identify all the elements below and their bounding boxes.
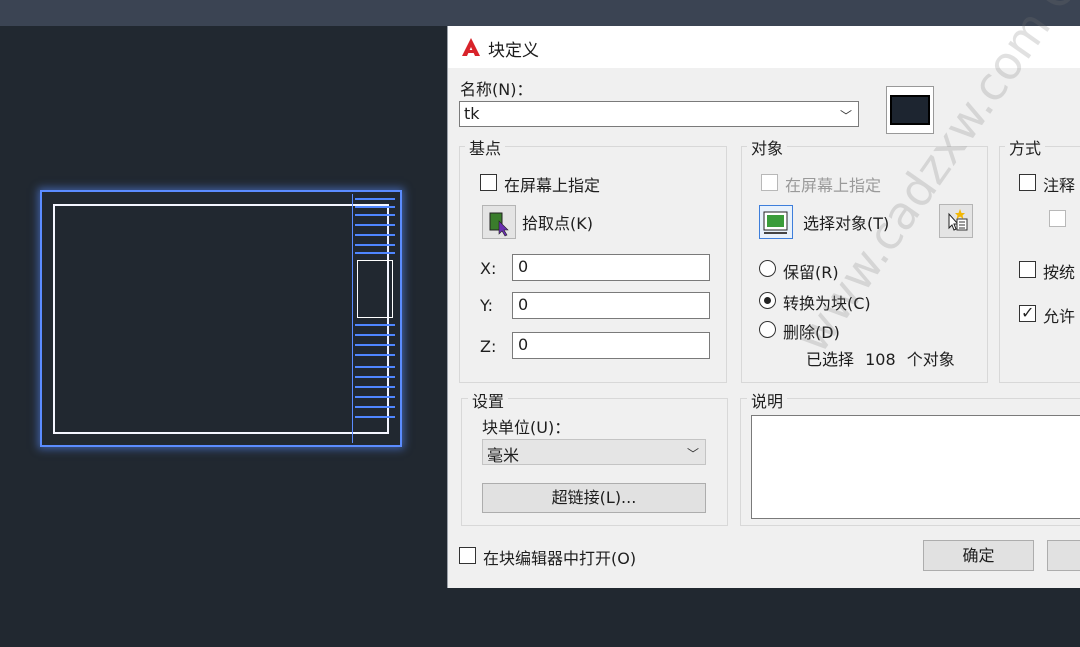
annotative-label: 注释 [1043,176,1076,195]
z-label: Z: [480,337,497,356]
title-block-line [355,244,395,246]
allow-explode-label: 允许 [1043,307,1076,326]
y-field[interactable]: 0 [512,292,710,319]
title-block-line [355,354,395,356]
objects-title: 对象 [747,135,788,159]
pick-point-button[interactable] [482,205,516,239]
name-value: tk [464,104,480,123]
hyperlink-button[interactable]: 超链接(L)... [482,483,706,513]
title-block-line [355,406,395,408]
basepoint-title: 基点 [465,135,506,159]
block-unit-label: 块单位(U)： [482,418,571,437]
open-in-editor-checkbox[interactable] [459,547,476,564]
drawing-frame-selected[interactable] [40,190,402,447]
title-block-line [355,198,395,200]
match-orientation-checkbox[interactable] [1049,210,1066,227]
basepoint-specify-checkbox[interactable] [480,174,497,191]
pick-point-label: 拾取点(K) [522,214,593,233]
allow-explode-checkbox[interactable] [1019,303,1036,322]
title-block [352,194,397,443]
title-block-line [355,366,395,368]
x-field[interactable]: 0 [512,254,710,281]
select-objects-icon [763,211,788,234]
convert-to-block-radio[interactable] [759,292,776,309]
annotative-checkbox[interactable] [1019,174,1036,191]
title-block-line [355,376,395,378]
name-label: 名称(N)： [460,80,533,99]
objects-specify-label: 在屏幕上指定 [785,176,882,195]
selected-count: 108 [865,350,896,369]
drawing-border [53,204,389,434]
chevron-down-icon: ﹀ [686,447,699,461]
title-block-line [355,334,395,336]
settings-title: 设置 [468,388,509,412]
y-label: Y: [480,296,494,315]
z-field[interactable]: 0 [512,332,710,359]
title-block-line [355,324,395,326]
cancel-button[interactable] [1047,540,1080,571]
ok-button[interactable]: 确定 [923,540,1034,571]
selected-suffix: 个对象 [906,350,955,369]
name-combobox[interactable]: tk ﹀ [459,101,859,127]
app-top-bar [0,0,1080,26]
chevron-down-icon: ﹀ [839,109,852,123]
scale-uniformly-label: 按统 [1043,263,1076,282]
description-title: 说明 [747,388,788,412]
title-block-line [355,224,395,226]
basepoint-specify-label: 在屏幕上指定 [504,176,601,195]
dialog-title: 块定义 [488,41,539,61]
open-in-editor-label: 在块编辑器中打开(O) [483,549,637,568]
title-block-line [355,344,395,346]
title-block-line [355,252,395,254]
description-textarea[interactable] [751,415,1080,519]
title-block-line [355,214,395,216]
scale-uniformly-checkbox[interactable] [1019,261,1036,278]
retain-radio[interactable] [759,260,776,277]
quick-select-button[interactable] [939,204,973,238]
objects-specify-checkbox[interactable] [761,174,778,191]
autocad-logo-icon [462,38,480,56]
block-unit-value: 毫米 [487,446,520,465]
title-block-line [355,416,395,418]
x-label: X: [480,259,497,278]
delete-radio[interactable] [759,321,776,338]
block-definition-dialog: 块定义 名称(N)： tk ﹀ 基点 在屏幕上指定 拾取点(K) X: 0 Y:… [447,0,1080,588]
title-block-line [355,396,395,398]
title-block-box [357,260,393,318]
title-block-line [355,386,395,388]
title-block-line [355,234,395,236]
block-unit-select[interactable]: 毫米 ﹀ [482,439,706,465]
behavior-title: 方式 [1005,135,1046,159]
select-objects-button[interactable] [759,205,793,239]
pick-point-icon [489,212,509,237]
quick-select-icon [948,209,968,231]
title-block-line [355,206,395,208]
